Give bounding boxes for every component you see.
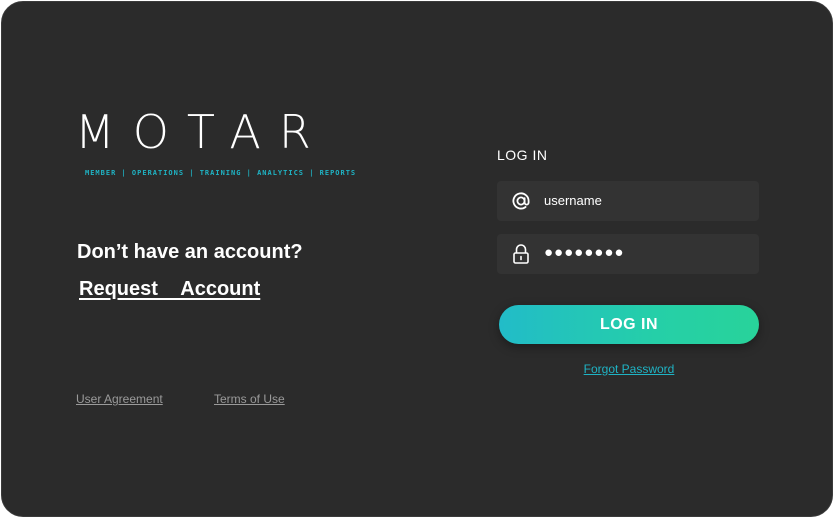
login-heading: LOG IN bbox=[497, 147, 548, 163]
user-agreement-link[interactable]: User Agreement bbox=[76, 392, 163, 406]
brand-tagline: MEMBER | OPERATIONS | TRAINING | ANALYTI… bbox=[85, 169, 357, 177]
at-sign-icon bbox=[511, 189, 531, 213]
password-field[interactable]: ●●●●●●●● bbox=[497, 234, 759, 274]
login-card: MOTAR MEMBER | OPERATIONS | TRAINING | A… bbox=[1, 1, 833, 517]
password-input[interactable]: ●●●●●●●● bbox=[544, 244, 624, 261]
request-account-link[interactable]: Request Account bbox=[79, 278, 260, 301]
motar-logo: MOTAR bbox=[75, 105, 329, 159]
username-field[interactable]: username bbox=[497, 181, 759, 221]
no-account-prompt: Don’t have an account? bbox=[77, 241, 303, 263]
forgot-password-link[interactable]: Forgot Password bbox=[499, 362, 759, 376]
login-button[interactable]: LOG IN bbox=[499, 305, 759, 344]
username-input[interactable]: username bbox=[544, 193, 602, 208]
terms-of-use-link[interactable]: Terms of Use bbox=[214, 392, 285, 406]
lock-icon bbox=[511, 242, 531, 266]
